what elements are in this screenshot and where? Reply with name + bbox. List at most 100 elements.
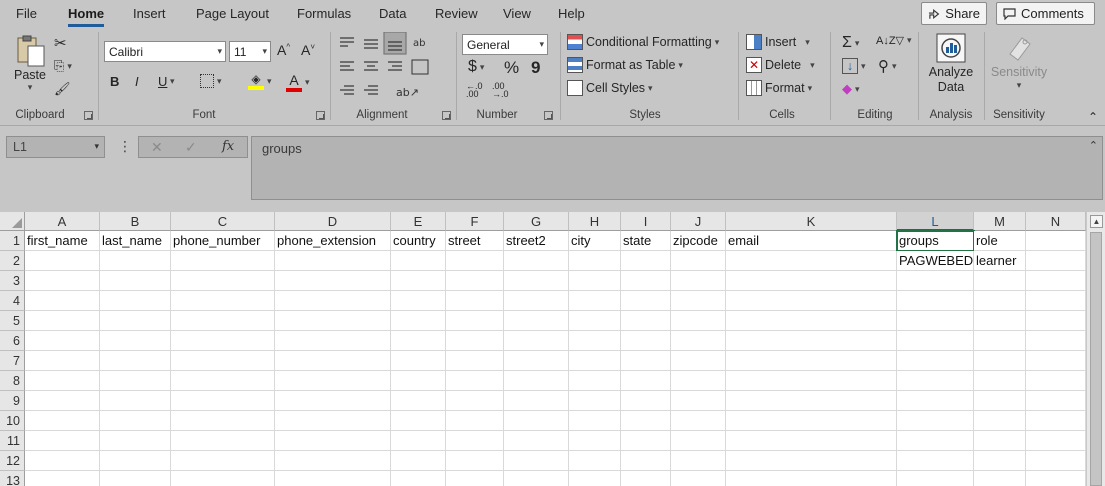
sort-filter-button[interactable]: A↓Z▽ ▾: [876, 34, 912, 47]
cell-f13[interactable]: [446, 471, 504, 486]
cell-n8[interactable]: [1026, 371, 1086, 391]
cell-f3[interactable]: [446, 271, 504, 291]
tab-formulas[interactable]: Formulas: [297, 6, 351, 21]
cell-a11[interactable]: [25, 431, 100, 451]
cell-l10[interactable]: [897, 411, 974, 431]
cell-i3[interactable]: [621, 271, 671, 291]
row-header-6[interactable]: 6: [0, 331, 25, 351]
cell-m11[interactable]: [974, 431, 1026, 451]
cut-button[interactable]: ✂: [54, 34, 67, 52]
cell-g12[interactable]: [504, 451, 569, 471]
column-header-b[interactable]: B: [100, 212, 171, 231]
cell-a4[interactable]: [25, 291, 100, 311]
scroll-thumb[interactable]: [1090, 232, 1102, 486]
cell-i7[interactable]: [621, 351, 671, 371]
column-header-m[interactable]: M: [974, 212, 1026, 231]
cell-c6[interactable]: [171, 331, 275, 351]
cell-h8[interactable]: [569, 371, 621, 391]
delete-cells-button[interactable]: ✕ Delete ▾: [746, 57, 815, 73]
cell-i5[interactable]: [621, 311, 671, 331]
cell-l3[interactable]: [897, 271, 974, 291]
cell-m2[interactable]: learner: [974, 251, 1026, 271]
cell-c2[interactable]: [171, 251, 275, 271]
format-as-table-button[interactable]: Format as Table ▾: [567, 57, 683, 73]
cell-a1[interactable]: first_name: [25, 231, 100, 251]
cell-a8[interactable]: [25, 371, 100, 391]
copy-button[interactable]: ⎘ ▾: [54, 58, 72, 74]
cell-i9[interactable]: [621, 391, 671, 411]
insert-cells-button[interactable]: Insert ▾: [746, 34, 810, 50]
cell-d2[interactable]: [275, 251, 391, 271]
tab-file[interactable]: File: [16, 6, 37, 21]
cell-n11[interactable]: [1026, 431, 1086, 451]
cell-b2[interactable]: [100, 251, 171, 271]
cell-g9[interactable]: [504, 391, 569, 411]
column-header-g[interactable]: G: [504, 212, 569, 231]
cell-b13[interactable]: [100, 471, 171, 486]
cell-i4[interactable]: [621, 291, 671, 311]
cell-k4[interactable]: [726, 291, 897, 311]
row-header-10[interactable]: 10: [0, 411, 25, 431]
share-button[interactable]: Share: [921, 2, 987, 25]
cell-i10[interactable]: [621, 411, 671, 431]
cell-k9[interactable]: [726, 391, 897, 411]
cell-b8[interactable]: [100, 371, 171, 391]
number-launcher-icon[interactable]: [544, 111, 553, 120]
cell-b7[interactable]: [100, 351, 171, 371]
row-header-8[interactable]: 8: [0, 371, 25, 391]
tab-data[interactable]: Data: [379, 6, 406, 21]
cell-g5[interactable]: [504, 311, 569, 331]
insert-function-button[interactable]: fx: [222, 139, 234, 154]
cell-a7[interactable]: [25, 351, 100, 371]
cell-f1[interactable]: street: [446, 231, 504, 251]
column-header-a[interactable]: A: [25, 212, 100, 231]
tab-page-layout[interactable]: Page Layout: [196, 6, 269, 21]
cell-e9[interactable]: [391, 391, 446, 411]
fill-button[interactable]: ↓ ▾: [842, 58, 866, 74]
column-header-d[interactable]: D: [275, 212, 391, 231]
select-all-button[interactable]: [0, 212, 25, 231]
cell-b6[interactable]: [100, 331, 171, 351]
row-header-4[interactable]: 4: [0, 291, 25, 311]
underline-button[interactable]: U: [158, 74, 167, 89]
cell-n9[interactable]: [1026, 391, 1086, 411]
row-header-1[interactable]: 1: [0, 231, 25, 251]
cell-m9[interactable]: [974, 391, 1026, 411]
cell-l8[interactable]: [897, 371, 974, 391]
row-header-5[interactable]: 5: [0, 311, 25, 331]
cell-j10[interactable]: [671, 411, 726, 431]
cell-g3[interactable]: [504, 271, 569, 291]
cell-m8[interactable]: [974, 371, 1026, 391]
cell-n5[interactable]: [1026, 311, 1086, 331]
cell-d4[interactable]: [275, 291, 391, 311]
scroll-up-icon[interactable]: ▲: [1090, 215, 1103, 228]
cell-m7[interactable]: [974, 351, 1026, 371]
cell-h4[interactable]: [569, 291, 621, 311]
cell-c8[interactable]: [171, 371, 275, 391]
cell-f4[interactable]: [446, 291, 504, 311]
cell-e4[interactable]: [391, 291, 446, 311]
font-name-select[interactable]: Calibri ▾: [104, 41, 226, 62]
more-options-icon[interactable]: ⋮: [118, 138, 132, 155]
cell-a5[interactable]: [25, 311, 100, 331]
name-box[interactable]: L1 ▾: [6, 136, 105, 158]
row-header-11[interactable]: 11: [0, 431, 25, 451]
cell-f10[interactable]: [446, 411, 504, 431]
increase-decimal-button[interactable]: ←.0.00: [466, 82, 483, 99]
cell-j11[interactable]: [671, 431, 726, 451]
shrink-font-button[interactable]: A˅: [301, 42, 315, 58]
cancel-icon[interactable]: ✕: [151, 139, 163, 156]
cell-d1[interactable]: phone_extension: [275, 231, 391, 251]
comments-button[interactable]: Comments: [996, 2, 1095, 25]
cell-n6[interactable]: [1026, 331, 1086, 351]
cell-h10[interactable]: [569, 411, 621, 431]
cell-g4[interactable]: [504, 291, 569, 311]
cell-i8[interactable]: [621, 371, 671, 391]
cell-f8[interactable]: [446, 371, 504, 391]
cell-k12[interactable]: [726, 451, 897, 471]
cell-e3[interactable]: [391, 271, 446, 291]
cell-h7[interactable]: [569, 351, 621, 371]
cell-f9[interactable]: [446, 391, 504, 411]
row-header-9[interactable]: 9: [0, 391, 25, 411]
font-launcher-icon[interactable]: [316, 111, 325, 120]
